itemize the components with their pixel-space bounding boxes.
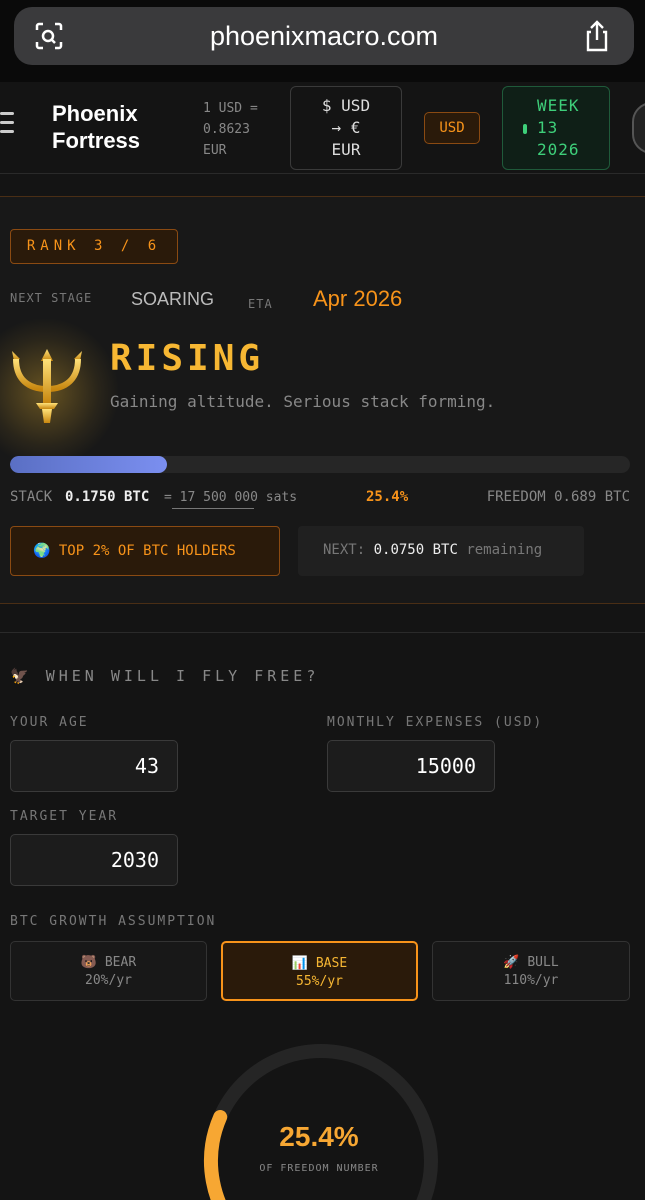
brand-line-1: Phoenix: [52, 101, 138, 126]
rank-badge: RANK 3 / 6: [10, 229, 178, 264]
next-value: 0.0750 BTC: [373, 542, 458, 558]
scenario-rate: 55%/yr: [296, 974, 343, 989]
next-stage-value: SOARING: [131, 289, 215, 309]
age-label: YOUR AGE: [10, 715, 89, 730]
share-icon[interactable]: [582, 19, 612, 53]
week-line-1: WEEK: [537, 96, 580, 115]
target-year-input[interactable]: 2030: [10, 834, 178, 886]
avatar[interactable]: [632, 102, 645, 154]
trident-icon: [12, 349, 82, 423]
brand-title[interactable]: Phoenix Fortress: [52, 100, 140, 154]
top-holders-badge: 🌍 TOP 2% OF BTC HOLDERS: [10, 526, 280, 576]
next-stage-label: NEXT STAGE: [10, 291, 93, 305]
currency-convert-button[interactable]: $ USD → € EUR: [290, 86, 402, 170]
scenario-base-button[interactable]: 📊 BASE 55%/yr: [221, 941, 418, 1001]
rank-progress-bar: [10, 456, 630, 473]
conv-line-3: EUR: [331, 140, 361, 159]
rate-line-3: EUR: [203, 143, 227, 158]
freedom-target: FREEDOM 0.689 BTC: [486, 489, 630, 505]
rate-line-1: 1 USD =: [203, 101, 258, 116]
age-input[interactable]: 43: [10, 740, 178, 792]
browser-toolbar: phoenixmacro.com: [0, 0, 645, 82]
stack-value: 0.1750 BTC: [65, 489, 150, 505]
conv-line-1: $ USD: [321, 96, 371, 115]
scenario-rate: 20%/yr: [85, 973, 132, 988]
live-dot-icon: [523, 124, 527, 134]
level-name: RISING: [110, 338, 265, 379]
sats-value[interactable]: = 17 500 000 sats: [164, 490, 297, 505]
scenario-rate: 110%/yr: [503, 973, 559, 988]
next-suffix: remaining: [466, 542, 543, 558]
sats-underline: [172, 508, 254, 509]
address-bar[interactable]: phoenixmacro.com: [14, 7, 634, 65]
gauge-value: 25.4%: [279, 1121, 359, 1152]
conv-line-2: → €: [331, 118, 361, 137]
next-label: NEXT:: [323, 542, 366, 558]
scenario-bear-button[interactable]: 🐻 BEAR 20%/yr: [10, 941, 207, 1001]
rate-line-2: 0.8623: [203, 122, 250, 137]
calculator-title: 🦅 WHEN WILL I FLY FREE?: [10, 667, 320, 685]
scenario-label: 🐻 BEAR: [80, 955, 137, 970]
url-text[interactable]: phoenixmacro.com: [14, 21, 634, 52]
scenario-label: 📊 BASE: [291, 956, 348, 971]
next-remaining-badge: NEXT: 0.0750 BTC remaining: [298, 526, 584, 576]
eta-label: ETA: [248, 297, 273, 311]
exchange-rate: 1 USD = 0.8623 EUR: [203, 98, 258, 161]
gauge-label: OF FREEDOM NUMBER: [259, 1163, 379, 1174]
growth-assumption-label: BTC GROWTH ASSUMPTION: [10, 914, 217, 929]
week-line-3: 2026: [537, 140, 580, 159]
scenario-bull-button[interactable]: 🚀 BULL 110%/yr: [432, 941, 630, 1001]
eta-value: Apr 2026: [313, 286, 403, 311]
stack-label: STACK: [10, 489, 53, 505]
week-badge[interactable]: WEEK 13 2026: [502, 86, 610, 170]
brand-line-2: Fortress: [52, 128, 141, 153]
target-year-label: TARGET YEAR: [10, 809, 119, 824]
week-line-2: 13: [537, 118, 559, 137]
rank-progress-fill: [10, 456, 168, 473]
expenses-input[interactable]: 15000: [327, 740, 495, 792]
app-header: Phoenix Fortress 1 USD = 0.8623 EUR $ US…: [0, 82, 645, 174]
scenario-label: 🚀 BULL: [503, 955, 559, 970]
freedom-calculator: 🦅 WHEN WILL I FLY FREE? YOUR AGE 43 MONT…: [0, 632, 645, 1200]
currency-toggle-button[interactable]: USD: [424, 112, 480, 144]
rank-panel: RANK 3 / 6 NEXT STAGE SOARING ETA Apr 20…: [0, 196, 645, 604]
level-description: Gaining altitude. Serious stack forming.: [110, 392, 496, 411]
expenses-label: MONTHLY EXPENSES (USD): [327, 715, 544, 730]
hamburger-menu-icon[interactable]: [0, 112, 14, 136]
progress-percent: 25.4%: [366, 489, 409, 505]
